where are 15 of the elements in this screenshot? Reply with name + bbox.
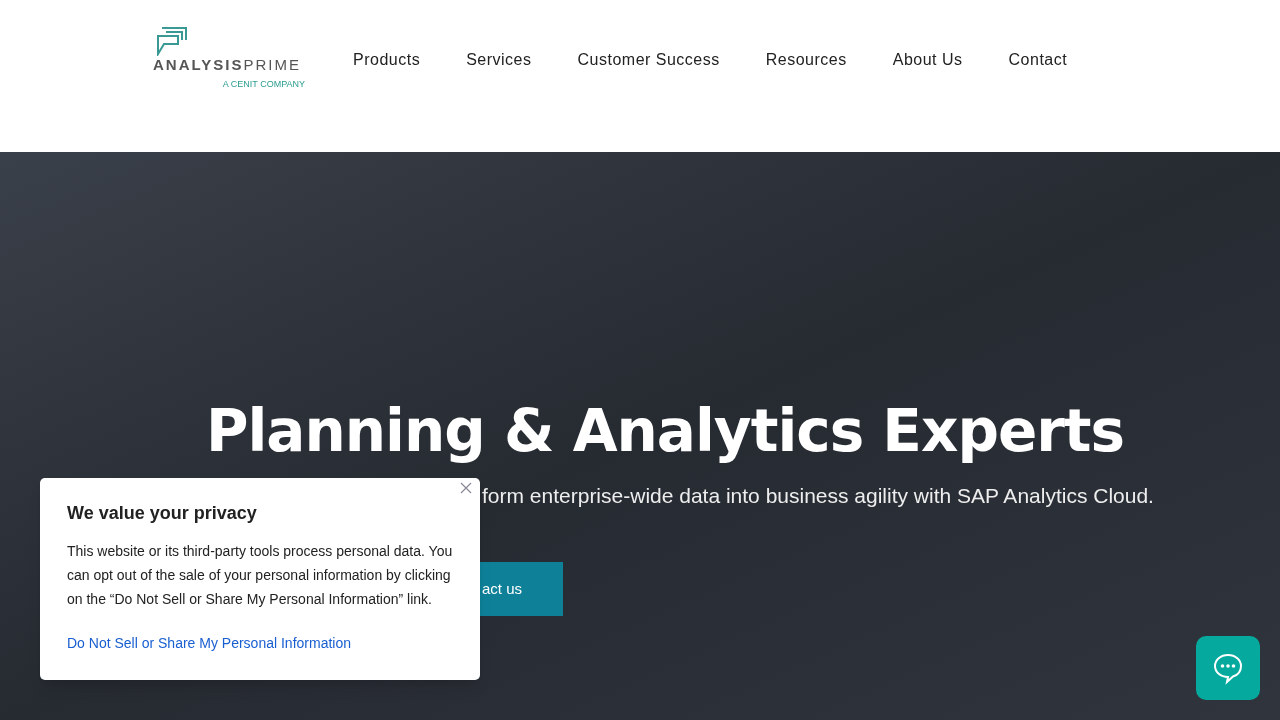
do-not-sell-link[interactable]: Do Not Sell or Share My Personal Information	[67, 633, 453, 654]
nav-link[interactable]: Products	[353, 48, 421, 72]
chat-button[interactable]	[1196, 636, 1260, 700]
popup-title: We value your privacy	[67, 502, 258, 525]
chat-bubble-icon	[1211, 651, 1245, 685]
nav-link[interactable]: Customer Success	[577, 48, 720, 72]
hero-subtitle: form enterprise-wide data into business agility with SAP Analytics Cloud.	[482, 483, 1154, 509]
logo-tagline: A CENIT COMPANY	[222, 78, 305, 91]
nav-link[interactable]: Contact	[1008, 48, 1068, 72]
nav-link[interactable]: About Us	[892, 48, 963, 72]
nav-link[interactable]: Resources	[765, 48, 847, 72]
nav-link[interactable]: Services	[466, 48, 532, 72]
logo-icon	[156, 26, 188, 56]
logo-wordmark: ANALYSISPRIME	[153, 57, 302, 72]
close-icon[interactable]	[460, 482, 472, 494]
